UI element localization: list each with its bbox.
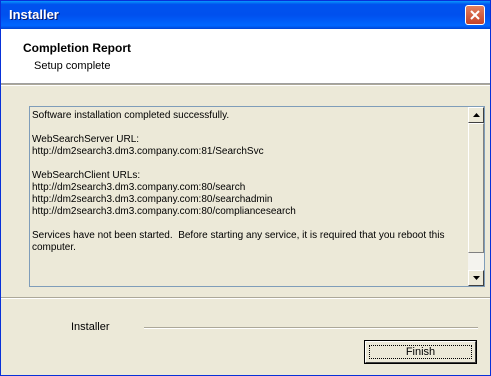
report-line: WebSearchClient URLs: [32,170,141,181]
close-icon [470,10,480,20]
scroll-thumb[interactable] [468,123,484,253]
report-line: http://dm2search3.dm3.company.com:80/sea… [32,194,273,205]
wizard-header: Completion Report Setup complete [1,29,490,84]
report-line: WebSearchServer URL: [32,134,140,145]
page-title: Completion Report [23,41,131,55]
report-line: computer. [32,242,76,253]
window-title: Installer [9,7,59,22]
page-subtitle: Setup complete [34,60,111,72]
scroll-up-button[interactable] [468,107,484,123]
footer-brand-label: Installer [71,321,110,333]
report-line [32,158,464,170]
report-line: Software installation completed successf… [32,110,230,121]
footer-divider [144,327,478,329]
finish-button-label: Finish [405,346,436,358]
close-button[interactable] [465,5,485,25]
report-text: Software installation completed successf… [32,110,464,254]
separator [1,84,490,86]
separator [1,297,490,299]
finish-button[interactable]: Finish [364,340,477,364]
arrow-up-icon [473,113,480,117]
arrow-down-icon [473,276,480,280]
report-line [32,122,464,134]
completion-report-textbox[interactable]: Software installation completed successf… [29,106,485,287]
report-line: Services have not been started. Before s… [32,230,445,241]
title-bar[interactable]: Installer [1,1,490,29]
scroll-down-button[interactable] [468,270,484,286]
vertical-scrollbar[interactable] [468,107,484,286]
report-line: http://dm2search3.dm3.company.com:80/com… [32,206,296,217]
installer-window: Installer Completion Report Setup comple… [0,0,491,376]
report-line: http://dm2search3.dm3.company.com:80/sea… [32,182,246,193]
report-line: http://dm2search3.dm3.company.com:81/Sea… [32,146,264,157]
report-line [32,218,464,230]
